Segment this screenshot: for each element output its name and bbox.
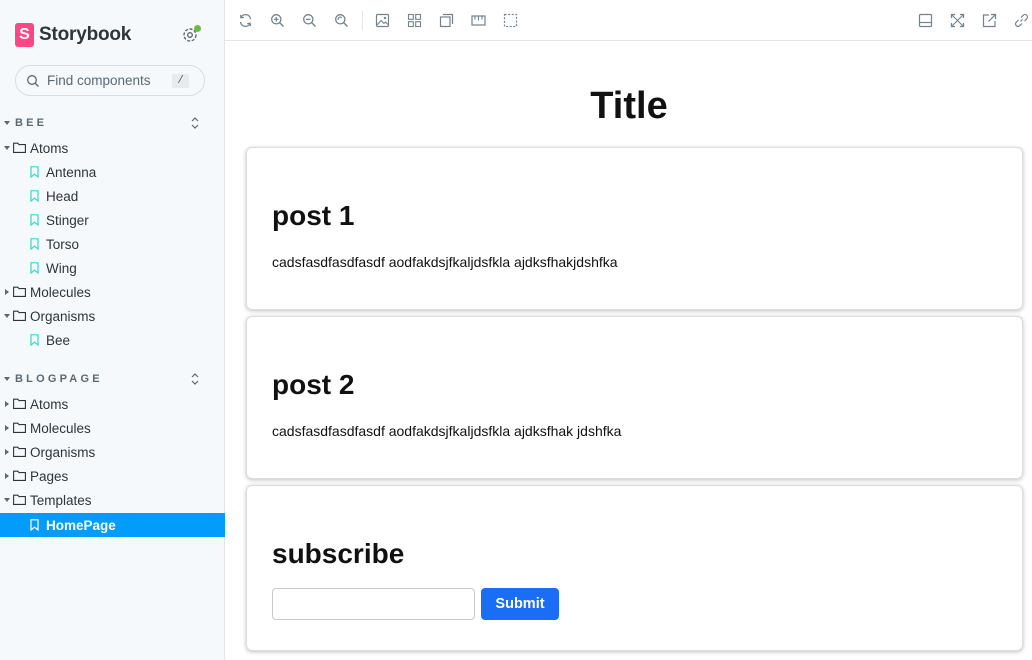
toolbar — [225, 0, 1032, 41]
sidebar-item-head[interactable]: Head — [0, 184, 225, 208]
sidebar-item-label: Bee — [46, 332, 71, 348]
viewport-icon[interactable] — [503, 13, 518, 28]
sidebar-item-label: Antenna — [46, 164, 97, 180]
folder-icon — [13, 470, 26, 481]
sidebar-item-label: Torso — [46, 236, 80, 252]
caret-down-icon — [4, 121, 10, 125]
subscribe-heading: subscribe — [272, 538, 405, 569]
background-icon[interactable] — [375, 13, 390, 28]
folder-icon — [13, 398, 26, 409]
sidebar-item-label: HomePage — [46, 517, 116, 533]
search-box[interactable]: / — [15, 65, 205, 96]
outline-icon[interactable] — [439, 13, 454, 28]
post-heading: post 2 — [272, 369, 355, 400]
subscribe-card: subscribe Submit — [246, 485, 1023, 651]
caret-right-icon — [5, 473, 9, 479]
section-label: BEE — [15, 117, 48, 129]
caret-right-icon — [5, 425, 9, 431]
page-title: Title — [590, 85, 668, 127]
sidebar-item-label: Pages — [30, 468, 69, 484]
caret-down-icon — [4, 377, 10, 381]
storybook-logo-icon: S — [15, 23, 34, 47]
sidebar-item-wing[interactable]: Wing — [0, 256, 225, 280]
sidebar-item-label: Molecules — [30, 420, 91, 436]
addons-panel-icon[interactable] — [918, 13, 933, 28]
sidebar-item-molecules[interactable]: Molecules — [0, 416, 225, 440]
sidebar-item-label: Head — [46, 188, 79, 204]
caret-right-icon — [5, 289, 9, 295]
settings-button[interactable] — [181, 25, 201, 44]
caret-down-icon — [4, 146, 10, 150]
sidebar-item-label: Wing — [46, 260, 77, 276]
sidebar-item-bee[interactable]: Bee — [0, 328, 225, 352]
bookmark-icon — [30, 190, 39, 202]
section-blogpage[interactable]: BLOGPAGE — [0, 369, 225, 389]
open-new-tab-icon[interactable] — [982, 13, 997, 28]
sidebar-item-atoms[interactable]: Atoms — [0, 136, 225, 160]
caret-down-icon — [4, 498, 10, 502]
zoom-reset-icon[interactable] — [334, 13, 349, 28]
sidebar-item-label: Organisms — [30, 308, 96, 324]
sidebar: S Storybook / BEE Atoms Antenna — [0, 0, 225, 660]
fullscreen-icon[interactable] — [950, 13, 965, 28]
search-input[interactable] — [47, 73, 172, 88]
grid-icon[interactable] — [407, 13, 422, 28]
post-body: cadsfasdfasdfasdf aodfakdsjfkaljdsfkla a… — [272, 254, 618, 270]
post-body: cadsfasdfasdfasdf aodfakdsjfkaljdsfkla a… — [272, 423, 622, 439]
post-heading: post 1 — [272, 200, 355, 231]
sidebar-item-antenna[interactable]: Antenna — [0, 160, 225, 184]
folder-icon — [13, 142, 26, 153]
caret-down-icon — [4, 314, 10, 318]
bookmark-icon — [30, 238, 39, 250]
bookmark-icon — [30, 334, 39, 346]
section-label: BLOGPAGE — [15, 373, 103, 385]
bookmark-icon — [30, 166, 39, 178]
submit-button[interactable]: Submit — [481, 588, 559, 620]
sidebar-item-stinger[interactable]: Stinger — [0, 208, 225, 232]
search-shortcut-badge: / — [172, 74, 189, 88]
copy-link-icon[interactable] — [1014, 13, 1029, 28]
bookmark-icon — [30, 519, 39, 531]
sidebar-item-organisms[interactable]: Organisms — [0, 304, 225, 328]
storybook-logo[interactable]: S Storybook — [15, 22, 131, 48]
measure-icon[interactable] — [471, 13, 486, 28]
sidebar-item-templates[interactable]: Templates — [0, 488, 225, 512]
folder-icon — [13, 310, 26, 321]
sidebar-item-pages[interactable]: Pages — [0, 464, 225, 488]
zoom-in-icon[interactable] — [270, 13, 285, 28]
sidebar-item-organisms[interactable]: Organisms — [0, 440, 225, 464]
sidebar-item-label: Atoms — [30, 396, 69, 412]
expand-collapse-icon[interactable] — [190, 371, 200, 387]
status-dot — [194, 25, 201, 32]
sidebar-item-molecules[interactable]: Molecules — [0, 280, 225, 304]
caret-right-icon — [5, 449, 9, 455]
sidebar-item-torso[interactable]: Torso — [0, 232, 225, 256]
sidebar-item-label: Atoms — [30, 140, 69, 156]
brand-name: Storybook — [39, 24, 132, 45]
sidebar-item-label: Templates — [30, 492, 92, 508]
reload-icon[interactable] — [238, 13, 253, 28]
post-card: post 1 cadsfasdfasdfasdf aodfakdsjfkaljd… — [246, 147, 1023, 310]
caret-right-icon — [5, 401, 9, 407]
sidebar-item-label: Organisms — [30, 444, 96, 460]
bookmark-icon — [30, 262, 39, 274]
story-canvas: Title post 1 cadsfasdfasdfasdf aodfakdsj… — [226, 41, 1032, 660]
sidebar-item-homepage[interactable]: HomePage — [0, 513, 225, 537]
sidebar-item-label: Stinger — [46, 212, 89, 228]
toolbar-divider — [362, 11, 363, 30]
email-field[interactable] — [272, 588, 475, 620]
sidebar-item-atoms[interactable]: Atoms — [0, 392, 225, 416]
folder-icon — [13, 286, 26, 297]
folder-icon — [13, 422, 26, 433]
post-card: post 2 cadsfasdfasdfasdf aodfakdsjfkaljd… — [246, 316, 1023, 479]
zoom-out-icon[interactable] — [302, 13, 317, 28]
folder-icon — [13, 446, 26, 457]
search-icon — [27, 74, 39, 87]
folder-icon — [13, 494, 26, 505]
sidebar-item-label: Molecules — [30, 284, 91, 300]
bookmark-icon — [30, 214, 39, 226]
section-bee[interactable]: BEE — [0, 113, 225, 133]
expand-collapse-icon[interactable] — [190, 115, 200, 131]
